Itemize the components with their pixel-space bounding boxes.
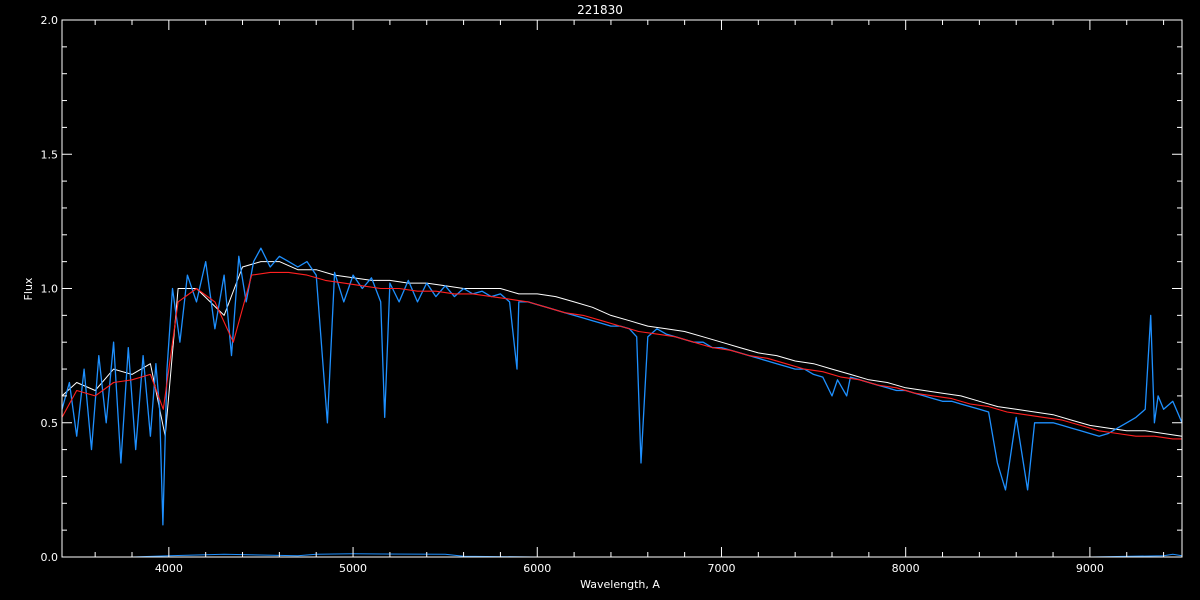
x-axis-title: Wavelength, A <box>580 578 660 591</box>
x-tick-label: 7000 <box>707 562 735 575</box>
x-tick-label: 4000 <box>155 562 183 575</box>
y-tick-label: 1.5 <box>41 148 59 161</box>
chart-title: 221830 <box>577 3 623 17</box>
y-tick-label: 2.0 <box>41 14 59 27</box>
y-tick-label: 1.0 <box>41 283 59 296</box>
x-tick-label: 8000 <box>892 562 920 575</box>
x-tick-label: 5000 <box>339 562 367 575</box>
spectrum-chart: 4000 5000 6000 7000 8000 90000.00.51.01.52.0 … <box>0 0 1200 600</box>
y-tick-label: 0.5 <box>41 417 59 430</box>
x-tick-label: 9000 <box>1076 562 1104 575</box>
y-tick-label: 0.0 <box>41 551 59 564</box>
x-tick-label: 6000 <box>523 562 551 575</box>
y-axis-title: Flux <box>22 277 35 300</box>
